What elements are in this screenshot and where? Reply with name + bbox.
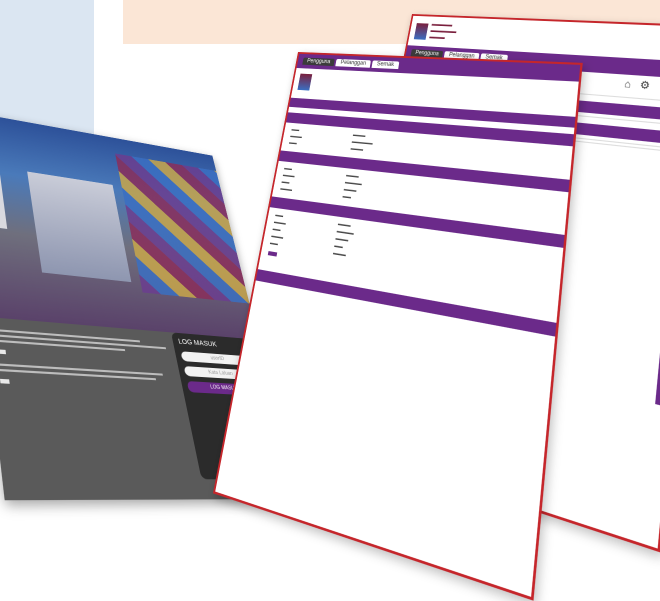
building-image bbox=[27, 171, 132, 283]
tower-image bbox=[0, 118, 8, 229]
tab-3-front[interactable]: Semak bbox=[371, 60, 400, 70]
submit-button[interactable] bbox=[267, 251, 278, 257]
tab-2-front[interactable]: Pelanggan bbox=[335, 58, 372, 68]
university-logo-icon bbox=[413, 22, 429, 40]
university-name-graphic: ▬▬▬▬ ▬▬▬▬▬ ▬▬▬ bbox=[428, 21, 457, 41]
tab-1-front[interactable]: Pengguna bbox=[302, 57, 336, 67]
info-button-2[interactable] bbox=[0, 378, 10, 384]
settings-icon[interactable]: ⚙ bbox=[639, 80, 650, 92]
favourite-tab[interactable]: favourite bbox=[655, 313, 660, 408]
portal-logo-icon bbox=[297, 73, 313, 91]
login-title: LOG MASUK bbox=[177, 339, 218, 349]
info-button-1[interactable] bbox=[0, 349, 7, 355]
home-icon[interactable]: ⌂ bbox=[624, 79, 632, 91]
diamond-pattern bbox=[115, 153, 250, 304]
login-info-text bbox=[0, 326, 184, 399]
portal-page-front-wrap: Pengguna Pelanggan Semak ▬▬ ▬▬▬ ▬▬▬ ▬▬▬▬▬ … bbox=[212, 52, 583, 601]
campus-photo bbox=[0, 110, 259, 341]
